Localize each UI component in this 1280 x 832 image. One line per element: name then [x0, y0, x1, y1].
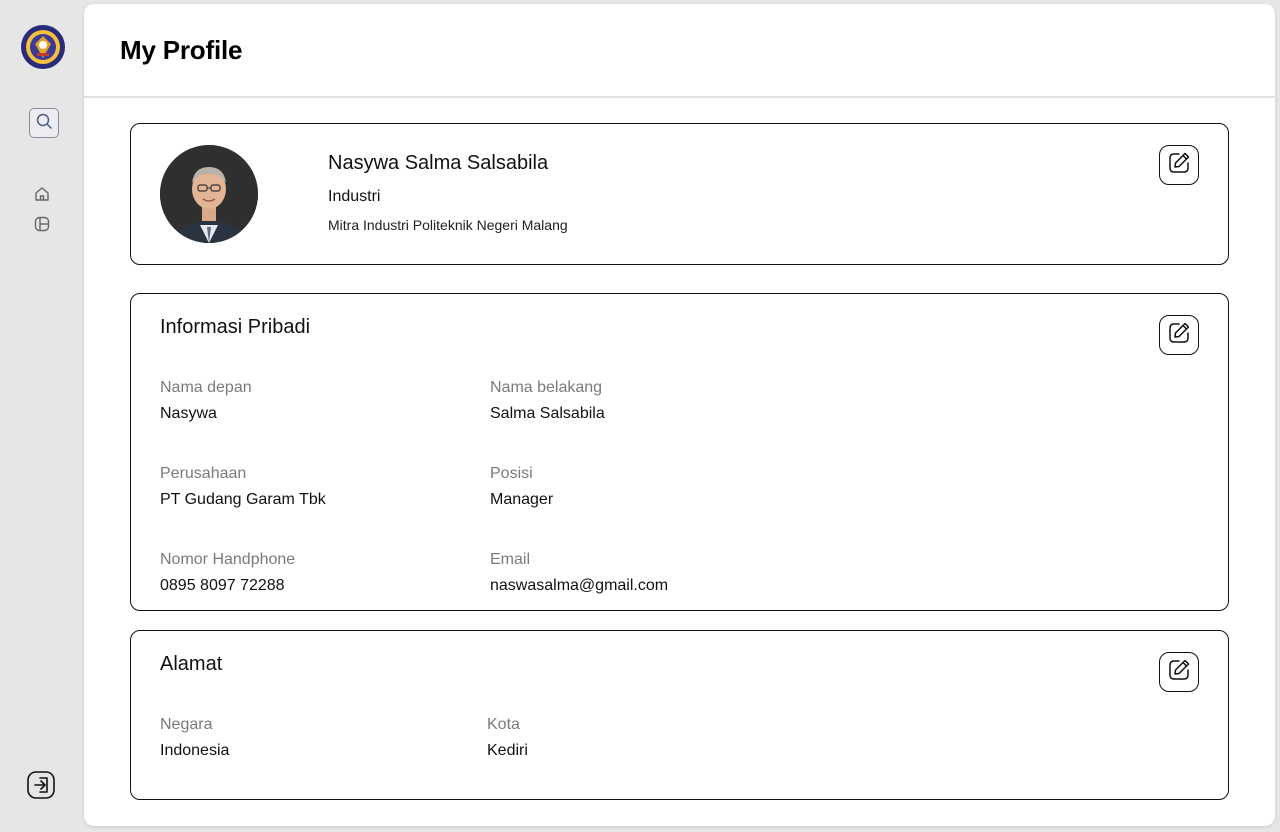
profile-name: Nasywa Salma Salsabila: [328, 152, 549, 174]
edit-profile-button[interactable]: [1159, 145, 1199, 185]
sidebar-item-home[interactable]: [31, 185, 53, 207]
email-label: Email: [490, 551, 531, 568]
position-field: Posisi Manager: [490, 465, 553, 509]
avatar: [160, 145, 258, 243]
personal-info-title: Informasi Pribadi: [160, 316, 311, 338]
sidebar: [0, 0, 84, 832]
country-value: Indonesia: [160, 742, 230, 759]
home-icon: [33, 185, 51, 208]
phone-value: 0895 8097 72288: [160, 577, 285, 594]
profile-role: Industri: [328, 188, 381, 205]
main-panel: My Profile Nasywa Salma Salsabila Indust…: [84, 4, 1275, 826]
logout-icon: [26, 770, 56, 805]
phone-label: Nomor Handphone: [160, 551, 296, 568]
last-name-field: Nama belakang Salma Salsabila: [490, 379, 605, 423]
position-value: Manager: [490, 491, 554, 508]
city-label: Kota: [487, 716, 520, 733]
edit-address-button[interactable]: [1159, 652, 1199, 692]
city-field: Kota Kediri: [487, 716, 528, 760]
country-label: Negara: [160, 716, 213, 733]
position-label: Posisi: [490, 465, 533, 482]
first-name-field: Nama depan Nasywa: [160, 379, 252, 423]
edit-personal-info-button[interactable]: [1159, 315, 1199, 355]
page-header: My Profile: [84, 4, 1275, 98]
logout-button[interactable]: [26, 770, 56, 805]
page-title: My Profile: [120, 34, 243, 65]
search-icon: [35, 112, 53, 135]
last-name-value: Salma Salsabila: [490, 405, 605, 422]
first-name-label: Nama depan: [160, 379, 252, 396]
sidebar-item-layout[interactable]: [31, 215, 53, 237]
address-card: Alamat Negara Indonesia Kota Kediri: [130, 630, 1229, 800]
institution-logo-icon[interactable]: [20, 24, 66, 70]
address-title: Alamat: [160, 653, 223, 675]
edit-icon: [1166, 320, 1192, 351]
company-label: Perusahaan: [160, 465, 247, 482]
layout-icon: [33, 215, 51, 238]
country-field: Negara Indonesia: [160, 716, 229, 760]
edit-icon: [1166, 657, 1192, 688]
email-value: naswasalma@gmail.com: [490, 577, 669, 594]
profile-organization: Mitra Industri Politeknik Negeri Malang: [328, 217, 568, 233]
phone-field: Nomor Handphone 0895 8097 72288: [160, 551, 295, 595]
last-name-label: Nama belakang: [490, 379, 603, 396]
edit-icon: [1166, 150, 1192, 181]
first-name-value: Nasywa: [160, 405, 217, 422]
personal-info-card: Informasi Pribadi Nama depan Nasywa Nama…: [130, 293, 1229, 611]
profile-card: Nasywa Salma Salsabila Industri Mitra In…: [130, 123, 1229, 265]
email-field: Email naswasalma@gmail.com: [490, 551, 668, 595]
search-button[interactable]: [29, 108, 59, 138]
company-value: PT Gudang Garam Tbk: [160, 491, 326, 508]
company-field: Perusahaan PT Gudang Garam Tbk: [160, 465, 326, 509]
city-value: Kediri: [487, 742, 528, 759]
